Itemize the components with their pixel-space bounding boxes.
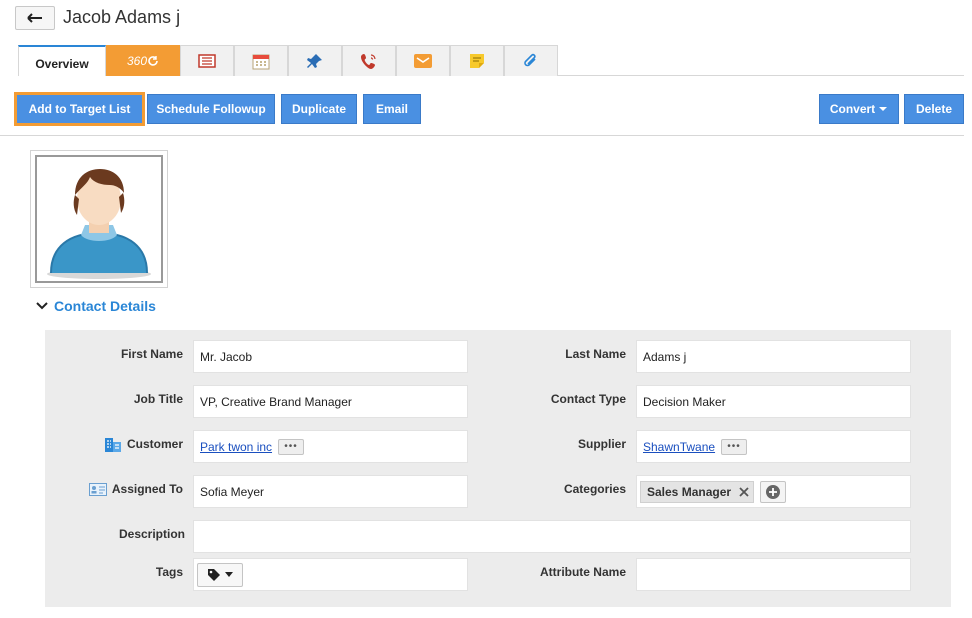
phone-icon — [361, 54, 376, 69]
caret-down-icon — [225, 572, 233, 577]
add-to-target-list-button[interactable]: Add to Target List — [14, 92, 145, 126]
tab-mail[interactable] — [396, 45, 450, 76]
tab-pin[interactable] — [288, 45, 342, 76]
plus-circle-icon — [766, 484, 781, 499]
supplier-link[interactable]: ShawnTwane — [643, 440, 715, 454]
back-button[interactable] — [15, 6, 55, 30]
assigned-to-field[interactable]: Sofia Meyer — [193, 475, 468, 508]
attribute-name-field[interactable] — [636, 558, 911, 591]
schedule-followup-button[interactable]: Schedule Followup — [147, 94, 275, 124]
close-icon[interactable] — [739, 486, 749, 497]
tags-label: Tags — [155, 565, 183, 579]
tag-icon — [208, 568, 220, 581]
customer-more-button[interactable]: ••• — [278, 438, 305, 455]
supplier-field[interactable]: ShawnTwane ••• — [636, 430, 911, 463]
refresh-icon — [148, 56, 158, 66]
job-title-field[interactable]: VP, Creative Brand Manager — [193, 385, 468, 418]
last-name-field[interactable]: Adams j — [636, 340, 911, 373]
contact-type-value: Decision Maker — [643, 394, 726, 409]
job-title-value: VP, Creative Brand Manager — [200, 394, 352, 409]
attachment-icon — [524, 53, 536, 67]
sticky-note-icon — [470, 54, 484, 68]
avatar[interactable] — [30, 150, 168, 288]
contact-details-panel: First Name Mr. Jacob Last Name Adams j J… — [45, 330, 951, 607]
notes-icon — [198, 54, 216, 68]
pin-icon — [307, 54, 322, 68]
job-title-label: Job Title — [133, 392, 183, 406]
tab-calendar[interactable] — [234, 45, 288, 76]
tab-overview-label: Overview — [35, 56, 89, 71]
assigned-to-label-text: Assigned To — [111, 482, 183, 496]
tab-notes[interactable] — [180, 45, 234, 76]
caret-down-icon — [879, 107, 888, 111]
customer-field[interactable]: Park twon inc ••• — [193, 430, 468, 463]
first-name-label: First Name — [120, 347, 183, 361]
tab-360[interactable]: 360 — [106, 45, 180, 76]
convert-label: Convert — [829, 102, 876, 116]
contact-details-header[interactable]: Contact Details — [36, 298, 156, 314]
mail-icon — [414, 54, 432, 68]
delete-button[interactable]: Delete — [904, 94, 964, 124]
convert-button[interactable]: Convert — [819, 94, 899, 124]
last-name-value: Adams j — [643, 349, 687, 364]
calendar-icon — [252, 54, 270, 70]
supplier-label: Supplier — [577, 437, 626, 451]
contact-type-field[interactable]: Decision Maker — [636, 385, 911, 418]
toolbar-divider — [0, 135, 964, 136]
description-field[interactable] — [193, 520, 911, 553]
tab-360-label: 360 — [126, 54, 148, 68]
page-title: Jacob Adams j — [63, 7, 181, 27]
contact-type-label: Contact Type — [550, 392, 626, 406]
tag-dropdown-button[interactable] — [197, 562, 243, 587]
first-name-field[interactable]: Mr. Jacob — [193, 340, 468, 373]
last-name-label: Last Name — [565, 347, 626, 361]
email-button[interactable]: Email — [363, 94, 421, 124]
first-name-value: Mr. Jacob — [200, 349, 253, 364]
categories-field[interactable]: Sales Manager — [636, 475, 911, 508]
category-chip-label: Sales Manager — [647, 484, 732, 499]
chevron-down-icon — [36, 302, 48, 310]
description-label: Description — [118, 527, 185, 541]
customer-link[interactable]: Park twon inc — [200, 440, 272, 454]
attribute-name-label: Attribute Name — [539, 565, 626, 579]
tab-phone[interactable] — [342, 45, 396, 76]
add-category-button[interactable] — [760, 480, 787, 503]
tab-sticky-note[interactable] — [450, 45, 504, 76]
categories-label: Categories — [563, 482, 626, 496]
section-title: Contact Details — [54, 298, 156, 314]
user-avatar-icon — [47, 169, 151, 279]
assigned-to-label: Assigned To — [88, 482, 183, 496]
back-arrow-icon — [27, 13, 42, 23]
customer-label-text: Customer — [126, 437, 183, 451]
customer-label: Customer — [104, 436, 183, 452]
duplicate-button[interactable]: Duplicate — [281, 94, 357, 124]
tab-bar: Overview 360 — [18, 45, 558, 76]
assigned-to-value: Sofia Meyer — [200, 484, 265, 499]
tab-overview[interactable]: Overview — [18, 45, 106, 76]
supplier-more-button[interactable]: ••• — [721, 438, 748, 455]
building-icon — [104, 438, 121, 452]
id-card-icon — [88, 482, 107, 496]
category-chip: Sales Manager — [640, 480, 755, 503]
tags-field — [193, 558, 468, 591]
tab-attachment[interactable] — [504, 45, 558, 76]
